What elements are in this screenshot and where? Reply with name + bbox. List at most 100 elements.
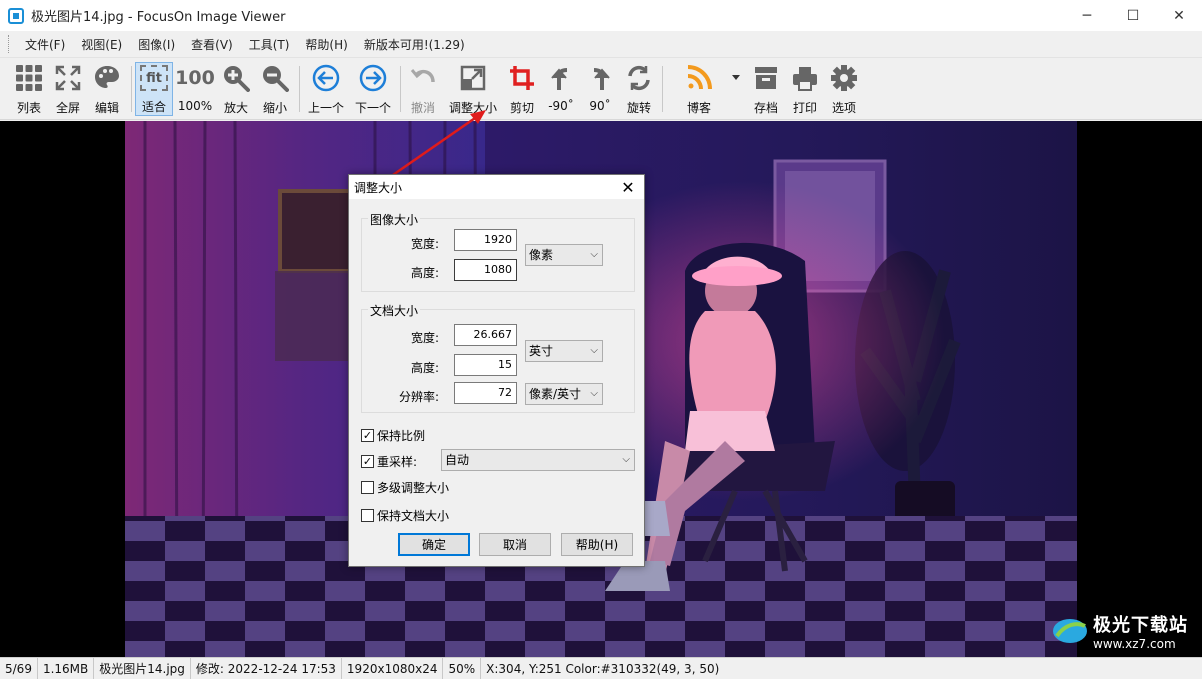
title-bar: 极光图片14.jpg - FocusOn Image Viewer ─ ☐ ✕ bbox=[0, 0, 1202, 31]
blog-button[interactable]: 博客 bbox=[681, 62, 717, 116]
app-logo-icon bbox=[8, 7, 24, 24]
toolbar: 列表 全屏 编辑 fit 适合 100 100% 放大 缩小 上一个 下一个 撤… bbox=[0, 58, 1202, 120]
resample-mode-select[interactable]: 自动 ⌵ bbox=[441, 449, 635, 471]
window-controls: ─ ☐ ✕ bbox=[1064, 0, 1202, 31]
toolbar-separator bbox=[662, 66, 663, 112]
edit-button[interactable]: 编辑 bbox=[89, 62, 125, 116]
crop-icon bbox=[506, 62, 538, 94]
doc-width-input[interactable]: 26.667 bbox=[454, 324, 517, 346]
printer-icon bbox=[789, 62, 821, 94]
resize-dialog: 调整大小 ✕ 图像大小 宽度: 1920 高度: 1080 像素 ⌵ 文档大小 宽… bbox=[348, 174, 645, 567]
rotate-left-label: -90˚ bbox=[548, 99, 574, 113]
img-width-input[interactable]: 1920 bbox=[454, 229, 517, 251]
pixel-unit-value: 像素 bbox=[529, 248, 554, 262]
resample-mode-value: 自动 bbox=[445, 453, 470, 467]
zoom-out-button[interactable]: 缩小 bbox=[258, 62, 292, 116]
next-image-button[interactable]: 下一个 bbox=[353, 62, 393, 116]
resolution-unit-select[interactable]: 像素/英寸 ⌵ bbox=[525, 383, 603, 405]
zoom-in-button[interactable]: 放大 bbox=[219, 62, 253, 116]
pixel-unit-select[interactable]: 像素 ⌵ bbox=[525, 244, 603, 266]
rotate-right-label: 90˚ bbox=[589, 99, 611, 113]
fit-button[interactable]: fit 适合 bbox=[135, 62, 173, 116]
dialog-title-bar: 调整大小 ✕ bbox=[349, 175, 644, 199]
menu-image[interactable]: 图像(I) bbox=[130, 36, 183, 53]
inch-unit-select[interactable]: 英寸 ⌵ bbox=[525, 340, 603, 362]
arrow-right-circle-icon bbox=[357, 62, 389, 94]
close-icon[interactable]: ✕ bbox=[618, 177, 638, 197]
status-cursor: X:304, Y:251 Color:#310332(49, 3, 50) bbox=[486, 661, 720, 676]
keep-ratio-checkbox[interactable]: ✓ 保持比例 bbox=[361, 427, 425, 444]
img-width-label: 宽度: bbox=[410, 237, 439, 251]
status-zoom: 50% bbox=[443, 657, 482, 679]
status-filename: 极光图片14.jpg bbox=[94, 657, 191, 679]
multi-level-checkbox[interactable]: 多级调整大小 bbox=[361, 479, 449, 496]
rotate-button[interactable]: 旋转 bbox=[624, 62, 654, 116]
menu-view[interactable]: 视图(E) bbox=[73, 36, 130, 53]
doc-height-input[interactable]: 15 bbox=[454, 354, 517, 376]
cancel-button[interactable]: 取消 bbox=[479, 533, 551, 556]
menu-help[interactable]: 帮助(H) bbox=[297, 36, 355, 53]
crop-button[interactable]: 剪切 bbox=[507, 62, 537, 116]
maximize-button[interactable]: ☐ bbox=[1110, 0, 1156, 31]
chevron-down-icon: ⌵ bbox=[590, 249, 598, 260]
fullscreen-icon bbox=[52, 62, 84, 94]
fullscreen-button[interactable]: 全屏 bbox=[50, 62, 86, 116]
actual-size-button[interactable]: 100 100% bbox=[175, 62, 215, 116]
ok-button[interactable]: 确定 bbox=[398, 533, 470, 556]
undo-icon bbox=[407, 62, 439, 94]
undo-button[interactable]: 撤消 bbox=[408, 62, 438, 116]
gear-icon bbox=[828, 62, 860, 94]
print-button[interactable]: 打印 bbox=[789, 62, 821, 116]
img-height-label: 高度: bbox=[410, 266, 439, 280]
menu-browse[interactable]: 查看(V) bbox=[183, 36, 241, 53]
status-filesize: 1.16MB bbox=[38, 657, 95, 679]
archive-button[interactable]: 存档 bbox=[750, 62, 782, 116]
menu-file[interactable]: 文件(F) bbox=[17, 36, 73, 53]
fit-icon: fit bbox=[138, 63, 170, 93]
crop-label: 剪切 bbox=[509, 101, 534, 115]
blog-label: 博客 bbox=[686, 101, 711, 115]
app-window: 极光图片14.jpg - FocusOn Image Viewer ─ ☐ ✕ … bbox=[0, 0, 1202, 679]
options-button[interactable]: 选项 bbox=[828, 62, 860, 116]
close-window-button[interactable]: ✕ bbox=[1156, 0, 1202, 31]
blog-dropdown[interactable] bbox=[730, 62, 742, 116]
toolbar-separator bbox=[400, 66, 401, 112]
resize-label: 调整大小 bbox=[448, 101, 497, 115]
actual-size-icon-text: 100 bbox=[175, 67, 215, 89]
keep-ratio-label: 保持比例 bbox=[377, 429, 426, 443]
toolbar-separator bbox=[131, 66, 132, 112]
resolution-input[interactable]: 72 bbox=[454, 382, 517, 404]
status-bar: 5/69 1.16MB 极光图片14.jpg 修改: 2022-12-24 17… bbox=[0, 657, 1202, 679]
img-height-input[interactable]: 1080 bbox=[454, 259, 517, 281]
doc-width-label: 宽度: bbox=[410, 331, 439, 345]
status-index: 5/69 bbox=[0, 657, 38, 679]
actual-size-label: 100% bbox=[177, 99, 213, 113]
prev-image-button[interactable]: 上一个 bbox=[306, 62, 346, 116]
menu-update[interactable]: 新版本可用!(1.29) bbox=[356, 36, 473, 53]
resample-check-icon: ✓ bbox=[361, 455, 374, 468]
status-modified: 修改: 2022-12-24 17:53 bbox=[191, 657, 342, 679]
chevron-down-icon: ⌵ bbox=[590, 345, 598, 356]
rotate-right-button[interactable]: 90˚ bbox=[586, 62, 614, 116]
resolution-label: 分辨率: bbox=[398, 390, 439, 404]
help-button[interactable]: 帮助(H) bbox=[561, 533, 633, 556]
menu-bar: 文件(F) 视图(E) 图像(I) 查看(V) 工具(T) 帮助(H) 新版本可… bbox=[0, 31, 1202, 58]
rotate-left-icon bbox=[545, 62, 577, 94]
toolbar-separator bbox=[299, 66, 300, 112]
zoom-out-icon bbox=[259, 62, 291, 94]
edit-label: 编辑 bbox=[94, 101, 119, 115]
resize-button[interactable]: 调整大小 bbox=[448, 62, 498, 116]
list-button[interactable]: 列表 bbox=[11, 62, 47, 116]
grid-icon bbox=[13, 62, 45, 94]
prev-label: 上一个 bbox=[307, 101, 344, 115]
menu-grip bbox=[8, 35, 11, 53]
keep-ratio-check-icon: ✓ bbox=[361, 429, 374, 442]
dialog-title: 调整大小 bbox=[354, 180, 403, 195]
zoom-in-label: 放大 bbox=[223, 101, 248, 115]
keep-doc-size-checkbox[interactable]: 保持文档大小 bbox=[361, 507, 449, 524]
minimize-button[interactable]: ─ bbox=[1064, 0, 1110, 31]
menu-tools[interactable]: 工具(T) bbox=[241, 36, 298, 53]
rotate-left-button[interactable]: -90˚ bbox=[546, 62, 576, 116]
resample-checkbox[interactable]: ✓ 重采样: bbox=[361, 453, 417, 470]
rotate-label: 旋转 bbox=[626, 101, 651, 115]
